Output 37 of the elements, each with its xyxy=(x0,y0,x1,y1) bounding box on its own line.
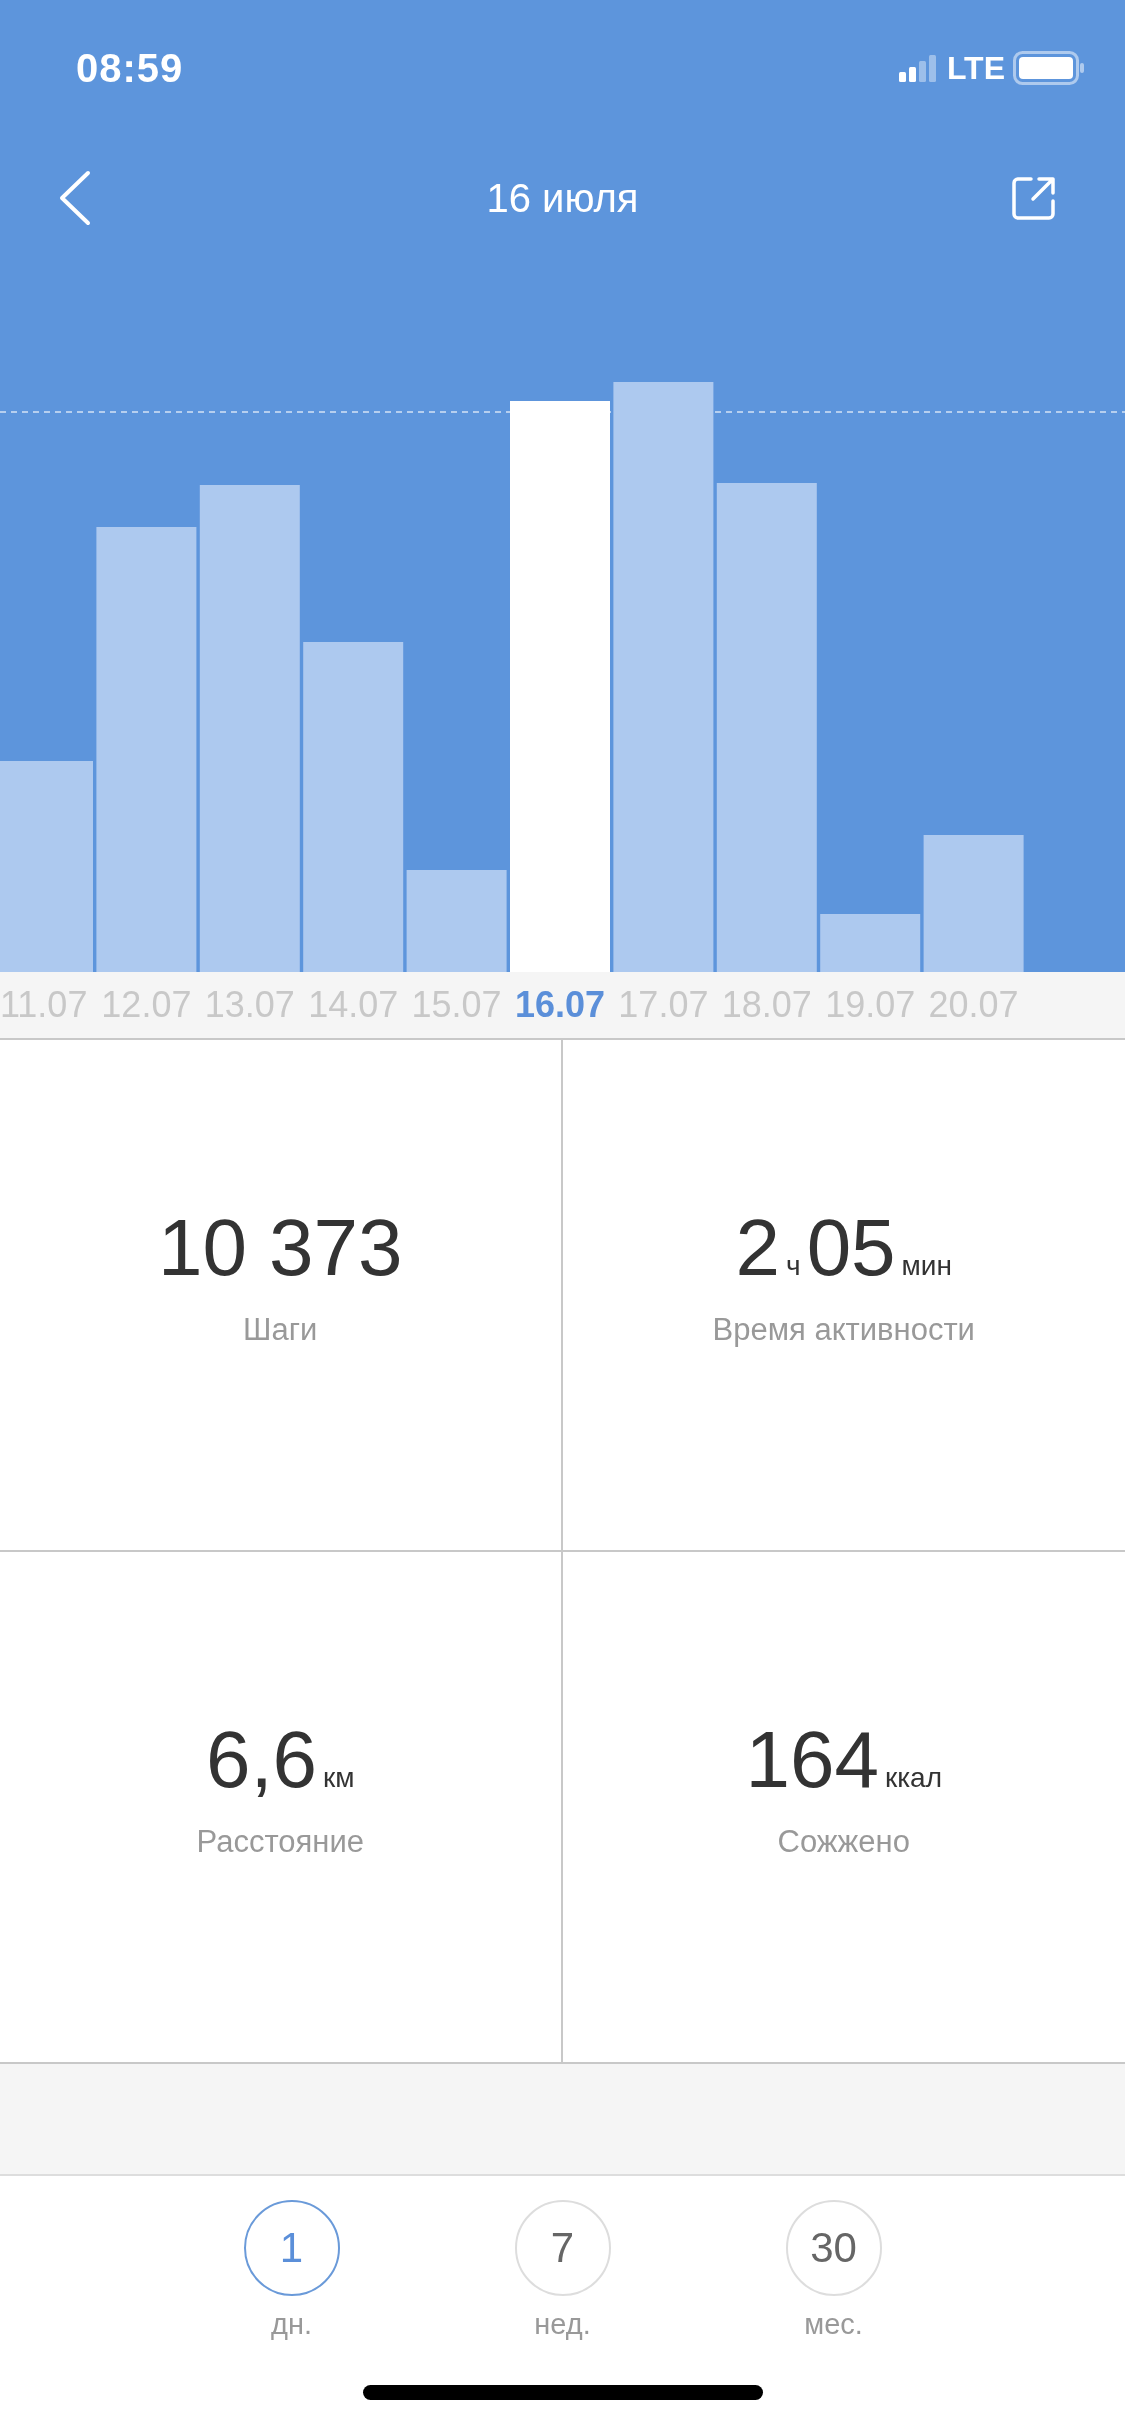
back-icon[interactable] xyxy=(58,170,92,226)
day-bar[interactable] xyxy=(303,642,404,972)
day-bar[interactable] xyxy=(96,527,197,972)
date-label[interactable]: 16.07 xyxy=(514,984,606,1026)
period-label: дн. xyxy=(271,2308,312,2341)
period-label: мес. xyxy=(804,2308,863,2341)
day-bar[interactable] xyxy=(716,483,817,972)
status-time: 08:59 xyxy=(76,45,184,91)
stat-value: 2 xyxy=(735,1202,781,1294)
day-bar[interactable] xyxy=(406,870,507,972)
stat-unit: км xyxy=(323,1762,355,1794)
battery-icon xyxy=(1013,51,1085,85)
day-bar[interactable] xyxy=(510,401,610,972)
day-bar[interactable] xyxy=(0,761,93,972)
day-bar[interactable] xyxy=(923,835,1024,972)
stat-label: Сожжено xyxy=(777,1824,910,1860)
stat-label: Шаги xyxy=(243,1312,318,1348)
period-button[interactable]: 7 xyxy=(514,2200,611,2296)
period-button[interactable]: 30 xyxy=(785,2200,882,2296)
network-type: LTE xyxy=(946,49,1005,87)
period-label: нед. xyxy=(534,2308,591,2341)
period-button[interactable]: 1 xyxy=(243,2200,340,2296)
day-bar[interactable] xyxy=(199,485,300,972)
share-icon[interactable] xyxy=(1011,175,1057,221)
stat-label: Время активности xyxy=(712,1312,975,1348)
page-title: 16 июля xyxy=(486,175,639,221)
stat-unit: ккал xyxy=(884,1762,942,1794)
signal-icon xyxy=(898,53,939,83)
stat-unit: мин xyxy=(901,1250,952,1282)
stat-value: 6,6 xyxy=(205,1714,318,1806)
stat-value: 05 xyxy=(806,1202,896,1294)
stat-unit: ч xyxy=(786,1250,801,1282)
stat-value: 164 xyxy=(745,1714,879,1806)
stat-label: Расстояние xyxy=(196,1824,364,1860)
day-bar[interactable] xyxy=(820,914,921,972)
day-bar[interactable] xyxy=(613,382,714,972)
stat-value: 10 373 xyxy=(157,1202,403,1294)
